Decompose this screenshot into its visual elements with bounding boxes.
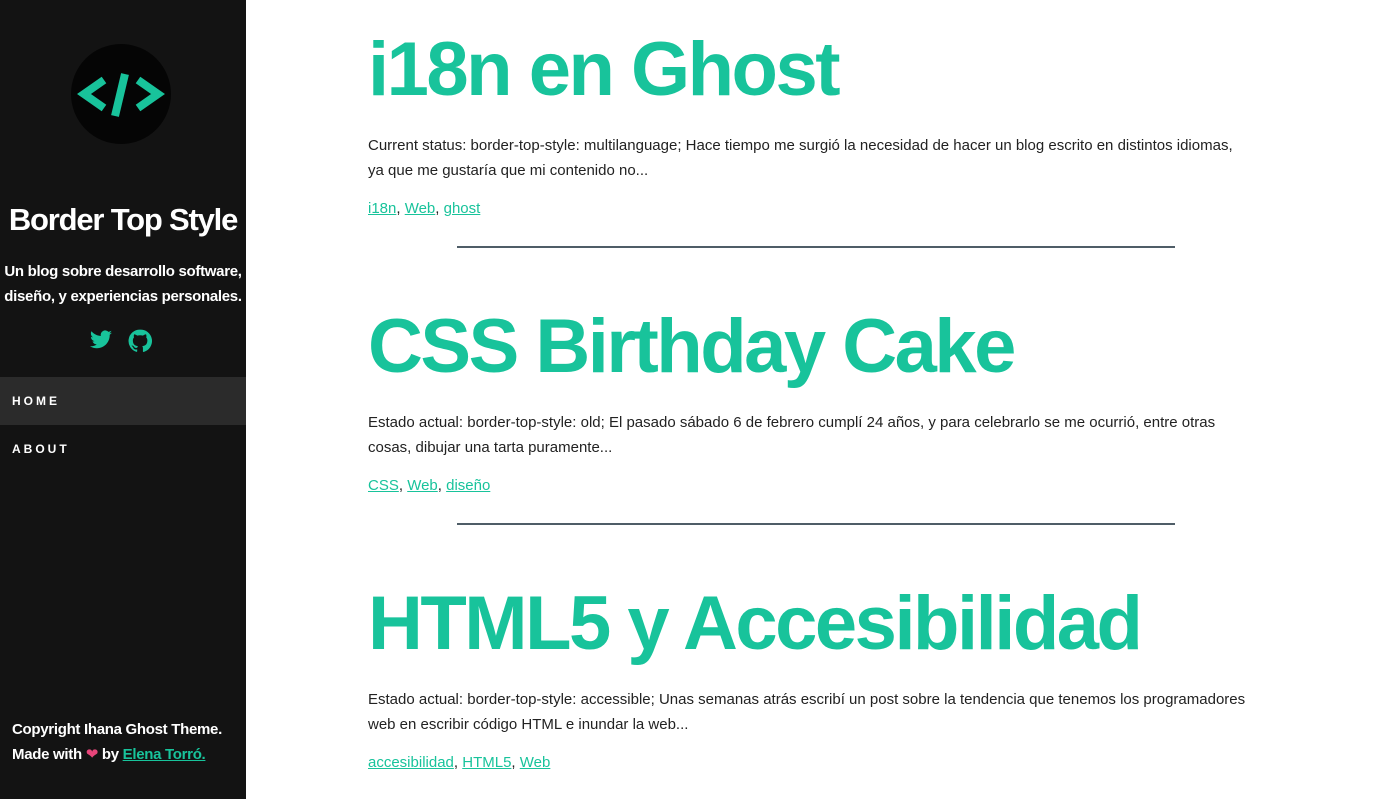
post-tags: i18n, Web, ghost [368, 200, 481, 217]
tag-link[interactable]: HTML5 [462, 754, 511, 771]
by-text: by [101, 746, 119, 763]
tag-link[interactable]: Web [405, 200, 436, 217]
tag-link[interactable]: CSS [368, 477, 399, 494]
post-excerpt: Current status: border-top-style: multil… [368, 137, 1233, 179]
tag-link[interactable]: ghost [444, 200, 481, 217]
post-divider [457, 246, 1175, 248]
post-title[interactable]: CSS Birthday Cake [368, 307, 1268, 387]
copyright-text: Copyright Ihana Ghost Theme. [12, 721, 222, 738]
blog-description: Un blog sobre desarrollo software, diseñ… [4, 263, 242, 305]
post-card: HTML5 y Accesibilidad Estado actual: bor… [368, 584, 1268, 772]
post-divider [457, 523, 1175, 525]
heart-icon: ❤ [85, 746, 99, 763]
twitter-icon[interactable] [88, 328, 114, 357]
main-nav: HOME ABOUT [0, 377, 246, 473]
tag-link[interactable]: Web [520, 754, 551, 771]
post-tags: accesibilidad, HTML5, Web [368, 754, 551, 771]
post-title[interactable]: i18n en Ghost [368, 30, 1268, 110]
made-with-text: Made with [12, 746, 82, 763]
tag-link[interactable]: accesibilidad [368, 754, 454, 771]
code-brackets-icon[interactable] [71, 44, 171, 144]
tag-link[interactable]: diseño [446, 477, 490, 494]
nav-item-home[interactable]: HOME [0, 377, 246, 425]
post-excerpt: Estado actual: border-top-style: old; El… [368, 414, 1216, 456]
post-tags: CSS, Web, diseño [368, 477, 491, 494]
social-links [88, 328, 158, 354]
post-card: i18n en Ghost Current status: border-top… [368, 30, 1268, 218]
blog-title[interactable]: Border Top Style [0, 198, 246, 242]
tag-link[interactable]: i18n [368, 200, 396, 217]
post-excerpt: Estado actual: border-top-style: accessi… [368, 691, 1246, 733]
nav-item-about[interactable]: ABOUT [0, 425, 246, 473]
post-card: CSS Birthday Cake Estado actual: border-… [368, 307, 1268, 495]
tag-link[interactable]: Web [407, 477, 438, 494]
post-title[interactable]: HTML5 y Accesibilidad [368, 584, 1268, 664]
author-link[interactable]: Elena Torró. [123, 746, 206, 763]
sidebar: Border Top Style Un blog sobre desarroll… [0, 0, 246, 799]
sidebar-footer: Copyright Ihana Ghost Theme. Made with ❤… [12, 717, 242, 767]
github-icon[interactable] [127, 328, 153, 359]
